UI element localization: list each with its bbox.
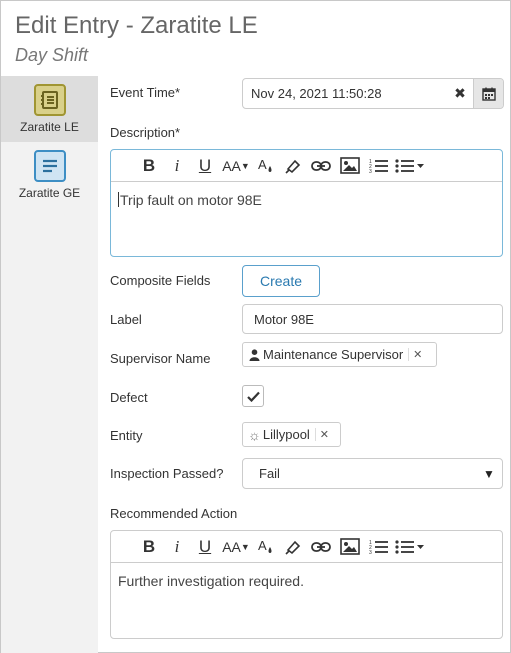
remove-entity-icon[interactable]: ✕ [314, 428, 333, 441]
user-icon [249, 348, 260, 361]
bullet-list-icon[interactable] [393, 154, 427, 178]
page-title: Edit Entry - Zaratite LE [15, 12, 258, 39]
inspection-value: Fail [259, 466, 280, 481]
event-time-value: Nov 24, 2021 11:50:28 [251, 86, 382, 101]
italic-icon[interactable]: i [163, 535, 191, 559]
label-value: Motor 98E [254, 311, 314, 327]
svg-text:3: 3 [369, 550, 372, 555]
dropdown-arrow-icon: ▼ [483, 466, 495, 481]
sidebar-item-zaratite-ge[interactable]: Zaratite GE [1, 142, 98, 208]
logbook-icon-glyph [40, 91, 58, 109]
label-input[interactable]: Motor 98E [242, 304, 503, 334]
composite-fields-label: Composite Fields [110, 273, 211, 288]
defect-checkbox[interactable] [242, 385, 264, 407]
italic-icon[interactable]: i [163, 154, 191, 178]
sidebar-item-label: Zaratite LE [20, 120, 79, 134]
text-caret [118, 192, 119, 207]
supervisor-label: Supervisor Name [110, 351, 211, 366]
description-text[interactable]: Trip fault on motor 98E [111, 182, 502, 218]
svg-text:3: 3 [369, 169, 372, 174]
page-subtitle: Day Shift [15, 45, 89, 65]
highlight-icon[interactable] [279, 154, 307, 178]
form-content: Event Time* Nov 24, 2021 11:50:28 ✖ Desc… [98, 76, 510, 653]
rich-text-toolbar: B i U AA ▼ A 123 [111, 531, 502, 563]
entity-chip[interactable]: ☼ Lillypool ✕ [242, 422, 341, 447]
sidebar-item-label: Zaratite GE [18, 186, 81, 200]
highlight-icon[interactable] [279, 535, 307, 559]
ordered-list-icon[interactable]: 123 [365, 535, 393, 559]
ordered-list-icon[interactable]: 123 [365, 154, 393, 178]
description-editor[interactable]: B i U AA ▼ A 123 Trip fault on motor 98E [110, 149, 503, 257]
font-size-icon[interactable]: AA ▼ [219, 535, 253, 559]
font-size-icon[interactable]: AA ▼ [219, 154, 253, 178]
inspection-label: Inspection Passed? [110, 466, 224, 481]
text-color-icon[interactable]: A [253, 535, 279, 559]
image-icon[interactable] [335, 154, 365, 178]
remove-supervisor-icon[interactable]: ✕ [408, 348, 426, 361]
create-button[interactable]: Create [242, 265, 320, 297]
bold-icon[interactable]: B [135, 154, 163, 178]
checkmark-icon [246, 391, 260, 402]
sidebar-item-zaratite-le[interactable]: Zaratite LE [1, 76, 98, 142]
defect-label: Defect [110, 390, 148, 405]
bold-icon[interactable]: B [135, 535, 163, 559]
recommended-action-label: Recommended Action [110, 506, 238, 521]
logbook-icon [33, 84, 66, 116]
event-time-label: Event Time* [110, 85, 181, 100]
event-time-field[interactable]: Nov 24, 2021 11:50:28 ✖ [242, 78, 504, 109]
link-icon[interactable] [307, 535, 335, 559]
sun-icon: ☼ [248, 426, 261, 443]
underline-icon[interactable]: U [191, 535, 219, 559]
supervisor-value: Maintenance Supervisor [263, 347, 404, 362]
clear-icon[interactable]: ✖ [447, 85, 473, 102]
image-icon[interactable] [335, 535, 365, 559]
recommended-action-text[interactable]: Further investigation required. [111, 563, 502, 599]
document-icon-glyph [42, 159, 57, 173]
rich-text-toolbar: B i U AA ▼ A 123 [111, 150, 502, 182]
svg-text:A: A [258, 157, 267, 172]
description-value: Trip fault on motor 98E [120, 192, 262, 208]
recommended-action-editor[interactable]: B i U AA ▼ A 123 Further investigation r… [110, 530, 503, 639]
text-color-icon[interactable]: A [253, 154, 279, 178]
entity-value: Lillypool [262, 427, 310, 442]
calendar-icon [481, 87, 496, 101]
entity-label: Entity [110, 428, 143, 443]
calendar-button[interactable] [473, 79, 503, 108]
edit-entry-dialog: Edit Entry - Zaratite LE Day Shift Zarat… [0, 0, 511, 653]
svg-text:A: A [258, 538, 267, 553]
dialog-header: Edit Entry - Zaratite LE Day Shift [1, 1, 510, 76]
label-field-label: Label [110, 312, 142, 327]
underline-icon[interactable]: U [191, 154, 219, 178]
supervisor-chip[interactable]: Maintenance Supervisor ✕ [242, 342, 437, 367]
inspection-select[interactable]: Fail ▼ [242, 458, 503, 489]
link-icon[interactable] [307, 154, 335, 178]
document-icon [33, 150, 66, 182]
bullet-list-icon[interactable] [393, 535, 427, 559]
description-label: Description* [110, 125, 181, 140]
template-sidebar: Zaratite LE Zaratite GE [1, 76, 98, 653]
